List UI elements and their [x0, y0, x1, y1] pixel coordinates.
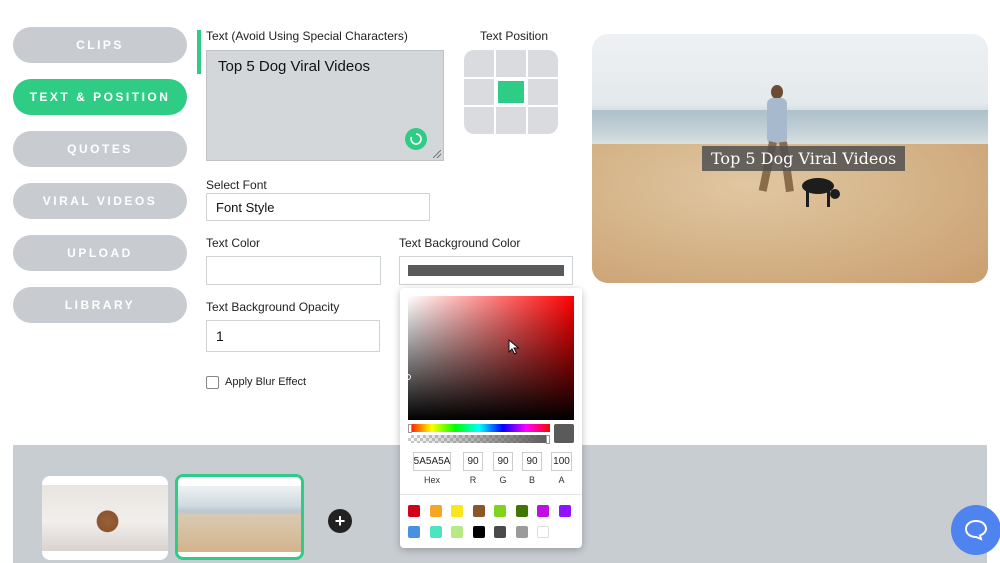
green-input[interactable]: 90 — [493, 452, 513, 471]
hex-label: Hex — [423, 475, 440, 485]
opacity-value: 1 — [216, 328, 224, 344]
text-input-value: Top 5 Dog Viral Videos — [218, 58, 371, 75]
picker-divider — [400, 494, 582, 495]
sidebar-item-viral-videos[interactable]: VIRAL VIDEOS — [13, 183, 187, 219]
sidebar-item-text-position[interactable]: TEXT & POSITION — [13, 79, 187, 115]
current-color-swatch — [554, 424, 574, 443]
red-input[interactable]: 90 — [463, 452, 483, 471]
alpha-slider-handle[interactable] — [546, 435, 550, 444]
clip-thumbnail — [178, 486, 301, 552]
saturation-area[interactable] — [408, 296, 574, 420]
preset-swatch[interactable] — [537, 526, 549, 538]
position-top-left[interactable] — [464, 50, 494, 77]
preset-swatch[interactable] — [429, 526, 442, 538]
chat-support-button[interactable] — [951, 505, 1000, 555]
alpha-label: A — [558, 475, 565, 485]
blue-input[interactable]: 90 — [522, 452, 542, 471]
alpha-slider[interactable] — [408, 435, 550, 443]
red-label: R — [469, 475, 477, 485]
blue-label: B — [528, 475, 535, 485]
preset-swatch[interactable] — [558, 505, 571, 517]
text-position-grid — [464, 50, 558, 134]
alpha-input[interactable]: 100 — [551, 452, 572, 471]
saturation-pointer[interactable] — [405, 374, 411, 380]
preset-swatch[interactable] — [515, 526, 528, 538]
hue-slider-handle[interactable] — [408, 424, 412, 433]
opacity-input[interactable]: 1 — [206, 320, 380, 352]
plus-icon: + — [334, 510, 346, 531]
mouse-cursor-icon — [508, 339, 520, 355]
hex-input[interactable]: 5A5A5A — [413, 452, 451, 471]
blur-label: Apply Blur Effect — [225, 376, 307, 388]
bg-color-input[interactable] — [399, 256, 573, 285]
active-section-indicator — [197, 30, 201, 74]
select-font-label: Select Font — [206, 178, 267, 192]
position-top-center[interactable] — [496, 50, 526, 77]
video-preview[interactable]: Top 5 Dog Viral Videos — [592, 34, 988, 283]
preset-swatch[interactable] — [451, 526, 463, 538]
position-bottom-right[interactable] — [528, 107, 558, 134]
position-middle-left[interactable] — [464, 78, 494, 106]
hue-slider[interactable] — [408, 424, 550, 432]
preset-swatch[interactable] — [451, 505, 463, 517]
font-select-value: Font Style — [216, 199, 275, 215]
refresh-icon[interactable] — [405, 128, 427, 150]
blur-checkbox[interactable] — [206, 376, 219, 389]
text-position-label: Text Position — [480, 29, 549, 43]
position-bottom-left[interactable] — [464, 107, 494, 134]
opacity-label: Text Background Opacity — [206, 300, 340, 314]
sidebar-item-library[interactable]: LIBRARY — [13, 287, 187, 323]
bg-color-label: Text Background Color — [399, 236, 521, 250]
preset-swatch[interactable] — [515, 505, 528, 517]
position-top-right[interactable] — [528, 50, 558, 77]
position-middle-center[interactable] — [498, 80, 524, 104]
font-select[interactable]: Font Style — [206, 193, 430, 221]
preset-swatch[interactable] — [494, 526, 506, 538]
preset-swatch[interactable] — [537, 505, 549, 517]
preset-swatch[interactable] — [408, 526, 420, 538]
text-color-input[interactable] — [206, 256, 381, 285]
preview-overlay-text: Top 5 Dog Viral Videos — [702, 146, 906, 171]
bg-color-swatch — [408, 265, 564, 276]
timeline-clip-dachshund[interactable] — [42, 476, 168, 560]
clip-thumbnail — [42, 485, 168, 551]
preset-swatch[interactable] — [494, 505, 506, 517]
preset-swatch[interactable] — [408, 505, 420, 517]
sidebar-item-upload[interactable]: UPLOAD — [13, 235, 187, 271]
sidebar-item-clips[interactable]: CLIPS — [13, 27, 187, 63]
color-picker: 5A5A5A 90 90 90 100 Hex R G B A — [400, 288, 582, 548]
resize-handle-icon[interactable] — [433, 150, 441, 158]
position-bottom-center[interactable] — [496, 107, 526, 134]
chat-bubble-icon — [964, 519, 988, 541]
text-color-label: Text Color — [206, 236, 261, 250]
text-label: Text (Avoid Using Special Characters) — [206, 29, 408, 43]
green-label: G — [499, 475, 507, 485]
timeline-clip-beach[interactable] — [175, 474, 304, 560]
add-clip-button[interactable]: + — [328, 509, 352, 533]
preset-swatch[interactable] — [472, 526, 485, 538]
preset-swatch[interactable] — [472, 505, 485, 517]
preset-swatch[interactable] — [429, 505, 442, 517]
sidebar-item-quotes[interactable]: QUOTES — [13, 131, 187, 167]
position-middle-right[interactable] — [528, 78, 558, 106]
